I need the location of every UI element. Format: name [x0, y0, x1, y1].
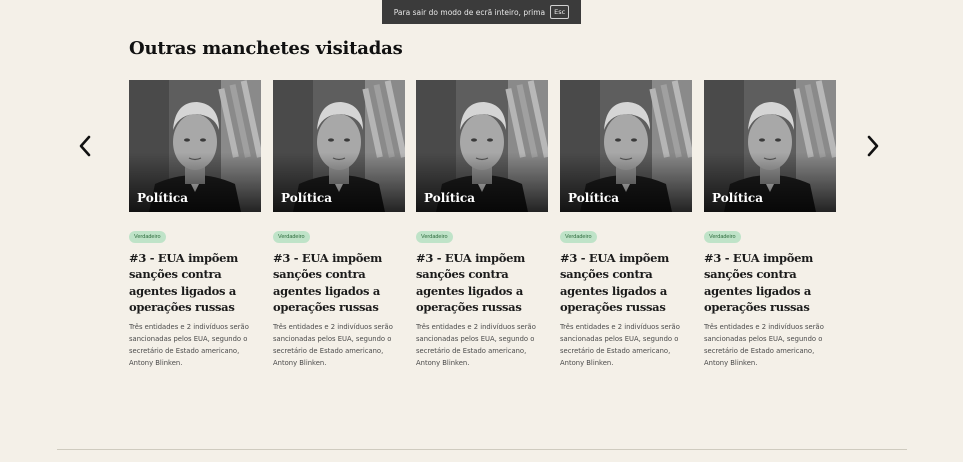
card-category[interactable]: Política	[281, 191, 332, 205]
verdict-badge: Verdadeiro	[560, 231, 597, 243]
headline-card-4[interactable]: Política Verdadeiro #3 - EUA impõem sanç…	[560, 80, 692, 367]
chevron-right-icon	[867, 135, 879, 157]
fullscreen-notice: Para sair do modo de ecrã inteiro, prima…	[382, 0, 581, 24]
card-description: Três entidades e 2 indivíduos serão sanc…	[416, 323, 536, 367]
card-category[interactable]: Política	[137, 191, 188, 205]
headline-card-5[interactable]: Política Verdadeiro #3 - EUA impõem sanç…	[704, 80, 836, 367]
verdict-badge: Verdadeiro	[416, 231, 453, 243]
card-headline[interactable]: #3 - EUA impõem sanções contra agentes l…	[416, 250, 548, 316]
carousel-prev-button[interactable]	[74, 132, 96, 160]
headline-card-1[interactable]: Política Verdadeiro #3 - EUA impõem sanç…	[129, 80, 261, 367]
card-description: Três entidades e 2 indivíduos serão sanc…	[273, 323, 393, 367]
card-description: Três entidades e 2 indivíduos serão sanc…	[129, 323, 249, 367]
verdict-badge: Verdadeiro	[704, 231, 741, 243]
card-headline[interactable]: #3 - EUA impõem sanções contra agentes l…	[273, 250, 405, 316]
section-title: Outras manchetes visitadas	[129, 38, 403, 59]
card-image[interactable]: Política	[129, 80, 261, 212]
fullscreen-notice-text: Para sair do modo de ecrã inteiro, prima	[393, 7, 546, 17]
card-category[interactable]: Política	[568, 191, 619, 205]
esc-key: Esc	[550, 5, 570, 19]
card-category[interactable]: Política	[712, 191, 763, 205]
card-image[interactable]: Política	[560, 80, 692, 212]
card-headline[interactable]: #3 - EUA impõem sanções contra agentes l…	[704, 250, 836, 316]
chevron-left-icon	[79, 135, 91, 157]
verdict-badge: Verdadeiro	[129, 231, 166, 243]
card-image[interactable]: Política	[273, 80, 405, 212]
card-description: Três entidades e 2 indivíduos serão sanc…	[704, 323, 824, 367]
card-headline[interactable]: #3 - EUA impõem sanções contra agentes l…	[129, 250, 261, 316]
card-description: Três entidades e 2 indivíduos serão sanc…	[560, 323, 680, 367]
footer-divider	[57, 449, 907, 450]
headline-card-2[interactable]: Política Verdadeiro #3 - EUA impõem sanç…	[273, 80, 405, 367]
card-headline[interactable]: #3 - EUA impõem sanções contra agentes l…	[560, 250, 692, 316]
card-image[interactable]: Política	[704, 80, 836, 212]
headline-card-3[interactable]: Política Verdadeiro #3 - EUA impõem sanç…	[416, 80, 548, 367]
card-image[interactable]: Política	[416, 80, 548, 212]
carousel-next-button[interactable]	[862, 132, 884, 160]
card-category[interactable]: Política	[424, 191, 475, 205]
verdict-badge: Verdadeiro	[273, 231, 310, 243]
